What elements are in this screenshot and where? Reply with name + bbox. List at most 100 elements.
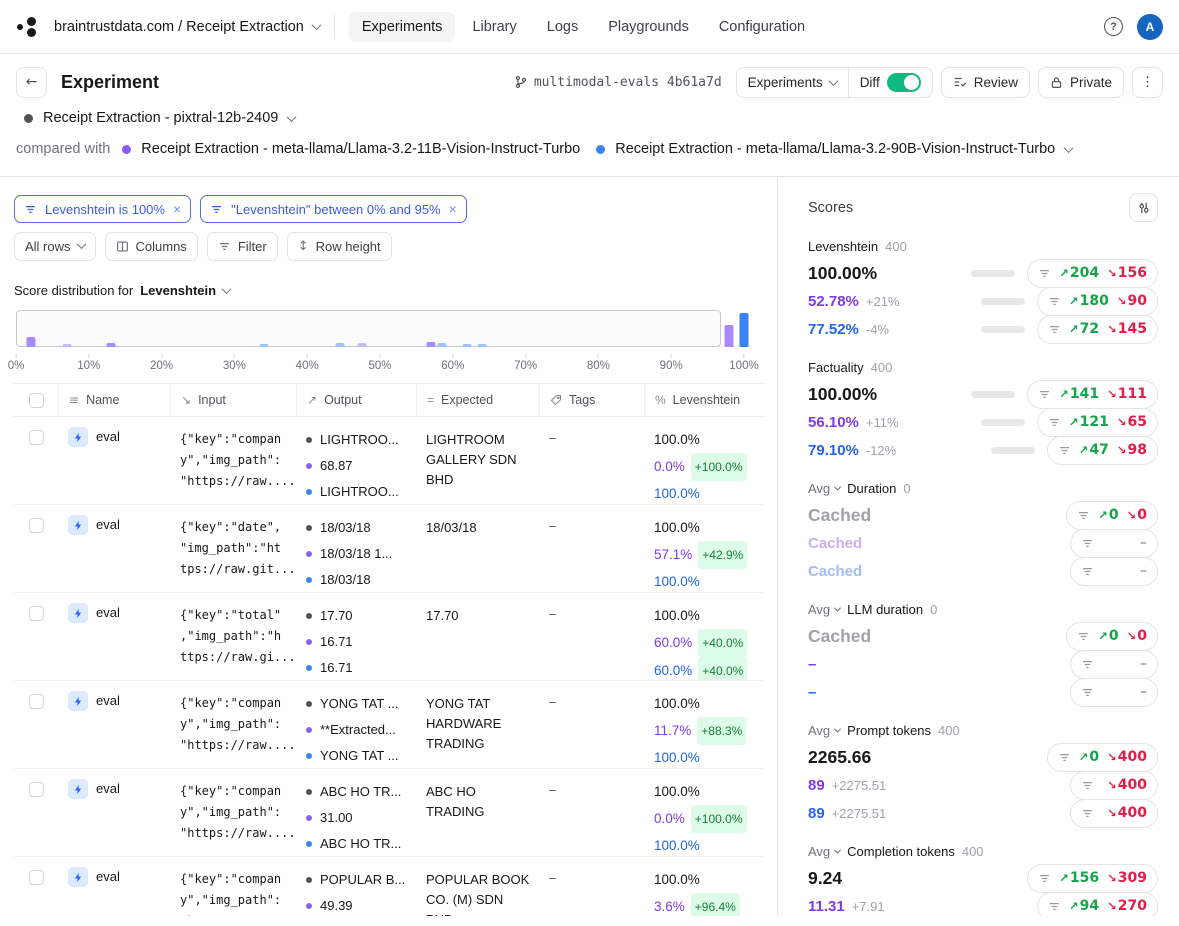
chevron-down-icon (828, 76, 838, 86)
score-delta: +11% (866, 415, 899, 430)
row-height-button[interactable]: ↕ Row height (287, 232, 392, 261)
sliders-icon (1137, 201, 1151, 215)
table-row[interactable]: eval {"key":"compan y","img_path": "http… (14, 417, 763, 505)
private-button[interactable]: Private (1038, 67, 1124, 98)
eval-icon (68, 691, 88, 711)
table-row[interactable]: eval {"key":"compan y","img_path": "http… (14, 769, 763, 857)
more-button[interactable]: ⋮ (1132, 67, 1163, 98)
column-header-expected[interactable]: =Expected (416, 384, 539, 416)
filter-button[interactable]: Filter (207, 232, 278, 261)
nav-tab[interactable]: Playgrounds (595, 12, 702, 42)
score-filter-button[interactable]: 12165 (1037, 408, 1158, 437)
experiment-header: ← Experiment multimodal-evals 4b61a7d Ex… (0, 54, 1179, 110)
back-button[interactable]: ← (16, 67, 47, 98)
row-checkbox[interactable] (29, 870, 44, 885)
column-header-input[interactable]: ↘Input (170, 384, 296, 416)
column-header-levenshtein[interactable]: %Levenshtein (644, 384, 763, 416)
score-bar (971, 391, 1015, 398)
row-checkbox[interactable] (29, 518, 44, 533)
score-filter-button[interactable]: 400 (1070, 771, 1158, 800)
breadcrumb[interactable]: braintrustdata.com / Receipt Extraction (54, 19, 320, 35)
base-dot-icon (306, 613, 312, 619)
histogram-bar (106, 343, 115, 347)
compared-with-row[interactable]: compared with Receipt Extraction - meta-… (16, 141, 1163, 157)
score-filter-button[interactable]: – (1070, 678, 1158, 707)
lock-icon (1050, 76, 1063, 89)
experiments-dropdown[interactable]: Experiments (737, 68, 848, 97)
diff-toggle[interactable] (887, 73, 921, 92)
columns-button[interactable]: Columns (105, 232, 198, 261)
baseline2-dot-icon (306, 753, 312, 759)
score-value: 77.52% (808, 321, 859, 338)
column-header-output[interactable]: ↗Output (296, 384, 416, 416)
row-checkbox[interactable] (29, 782, 44, 797)
avg-dropdown[interactable]: Avg (808, 723, 840, 738)
histogram-selection[interactable] (16, 310, 721, 347)
score-filter-button[interactable]: 72145 (1037, 315, 1158, 344)
filter-chip[interactable]: "Levenshtein" between 0% and 95% × (200, 195, 467, 223)
rows-icon: ≡ (69, 393, 79, 407)
table-row[interactable]: eval {"key":"date", "img_path":"ht tps:/… (14, 505, 763, 593)
avg-dropdown[interactable]: Avg (808, 602, 840, 617)
primary-experiment-dropdown[interactable]: Receipt Extraction - pixtral-12b-2409 (16, 110, 1163, 126)
score-cell: 100.0% 3.6%+96.4% (644, 867, 763, 916)
score-filter-button[interactable]: – (1070, 650, 1158, 679)
column-header-tags[interactable]: Tags (539, 384, 644, 416)
column-header-name[interactable]: ≡Name (58, 384, 170, 416)
nav-tab[interactable]: Logs (534, 12, 591, 42)
score-filter-button[interactable]: – (1070, 529, 1158, 558)
score-filter-button[interactable]: 18090 (1037, 287, 1158, 316)
distribution-dropdown[interactable]: Score distribution for Levenshtein (14, 283, 763, 298)
help-icon[interactable]: ? (1104, 17, 1123, 36)
score-delta: +2275.51 (832, 806, 887, 821)
score-filter-button[interactable]: 94270 (1037, 892, 1158, 917)
scores-settings-button[interactable] (1129, 193, 1158, 222)
score-filter-button[interactable]: 0400 (1047, 743, 1158, 772)
score-value: – (808, 656, 816, 673)
score-count: 400 (871, 360, 893, 375)
scores-panel: Scores Levenshtein 400 (777, 177, 1179, 916)
score-filter-button[interactable]: 141111 (1027, 380, 1158, 409)
avg-dropdown[interactable]: Avg (808, 844, 840, 859)
row-checkbox[interactable] (29, 430, 44, 445)
eval-icon (68, 603, 88, 623)
scores-title: Scores (808, 200, 853, 216)
score-cell: 100.0% 60.0%+40.0% 60.0%+40.0% (644, 603, 763, 680)
review-button[interactable]: Review (941, 67, 1030, 98)
score-name: LLM duration (847, 602, 923, 617)
row-checkbox[interactable] (29, 694, 44, 709)
avg-dropdown[interactable]: Avg (808, 481, 840, 496)
score-count: 400 (962, 844, 984, 859)
score-filter-button[interactable]: 4798 (1047, 436, 1158, 465)
filter-icon (1058, 444, 1071, 457)
score-filter-button[interactable]: 204156 (1027, 259, 1158, 288)
row-name: eval (96, 779, 120, 796)
score-delta: -4% (866, 322, 889, 337)
score-filter-button[interactable]: 156309 (1027, 864, 1158, 893)
nav-tab[interactable]: Configuration (706, 12, 818, 42)
nav-tab[interactable]: Experiments (349, 12, 456, 42)
close-icon[interactable]: × (449, 202, 457, 216)
tags-cell: – (539, 779, 644, 856)
avatar[interactable]: A (1137, 14, 1163, 40)
score-filter-button[interactable]: 00 (1066, 501, 1158, 530)
score-count: 0 (930, 602, 937, 617)
score-filter-button[interactable]: 00 (1066, 622, 1158, 651)
table-row[interactable]: eval {"key":"compan y","img_path": "http… (14, 857, 763, 916)
table-row[interactable]: eval {"key":"total" ,"img_path":"h ttps:… (14, 593, 763, 681)
score-filter-button[interactable]: – (1070, 557, 1158, 586)
expected-cell: 18/03/18 (416, 515, 539, 592)
select-all-checkbox[interactable] (29, 393, 44, 408)
score-name: Prompt tokens (847, 723, 931, 738)
braintrust-logo-icon[interactable] (16, 15, 40, 39)
score-filter-button[interactable]: 400 (1070, 799, 1158, 828)
score-value: 79.10% (808, 442, 859, 459)
all-rows-dropdown[interactable]: All rows (14, 232, 96, 261)
table-row[interactable]: eval {"key":"compan y","img_path": "http… (14, 681, 763, 769)
histogram-bar (335, 343, 344, 347)
tag-icon (550, 394, 562, 406)
row-checkbox[interactable] (29, 606, 44, 621)
close-icon[interactable]: × (173, 202, 181, 216)
nav-tab[interactable]: Library (459, 12, 529, 42)
filter-chip[interactable]: Levenshtein is 100% × (14, 195, 191, 223)
